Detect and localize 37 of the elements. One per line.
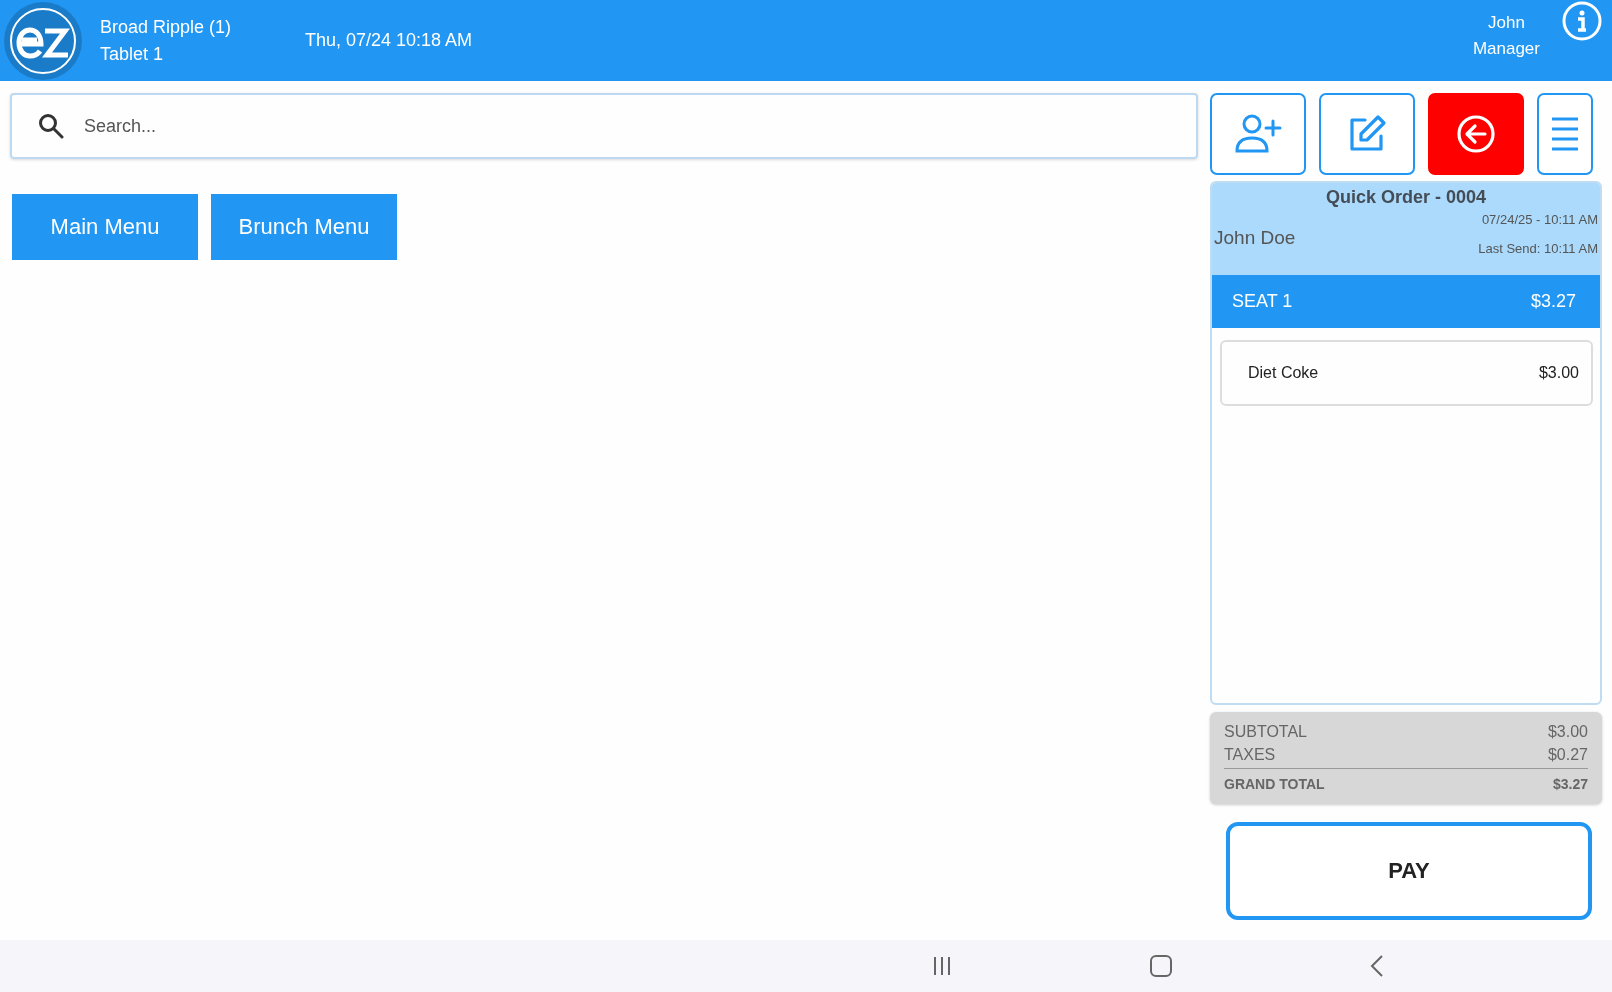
seat-label: SEAT 1 — [1232, 291, 1293, 313]
menu-icon — [1552, 117, 1578, 152]
date-time: Thu, 07/24 10:18 AM — [305, 30, 473, 52]
total-value: $3.00 — [1547, 722, 1588, 743]
item-price: $3.00 — [1538, 364, 1579, 383]
order-created-time: 07/24/25 - 10:11 AM — [1481, 212, 1598, 228]
total-label: GRAND TOTAL — [1224, 775, 1325, 795]
order-title: Quick Order - 0004 — [1324, 187, 1488, 209]
back-button[interactable] — [1428, 93, 1524, 176]
total-value: $0.27 — [1547, 745, 1588, 766]
user-name: John — [1488, 12, 1525, 33]
location-name: Broad Ripple (1) — [100, 16, 233, 38]
menu-button[interactable] — [1537, 93, 1593, 176]
back-icon[interactable] — [1370, 955, 1384, 978]
customer-name: John Doe — [1214, 227, 1296, 250]
search-bar[interactable]: Search... — [10, 93, 1198, 160]
edit-button[interactable] — [1319, 93, 1415, 176]
recent-apps-icon[interactable] — [932, 957, 952, 976]
pay-button[interactable]: PAY — [1226, 822, 1592, 921]
user-role: Manager — [1472, 38, 1540, 59]
total-label: TAXES — [1224, 745, 1276, 766]
info-icon[interactable] — [1562, 0, 1602, 41]
device-name: Tablet 1 — [100, 43, 165, 65]
total-label: SUBTOTAL — [1224, 722, 1307, 743]
seat-total: $3.27 — [1530, 291, 1576, 313]
total-value: $3.27 — [1552, 775, 1588, 795]
item-name: Diet Coke — [1248, 364, 1319, 383]
search-input[interactable]: Search... — [82, 114, 1196, 138]
seat-row[interactable]: SEAT 1 $3.27 — [1212, 275, 1600, 329]
last-send-time: Last Send: 10:11 AM — [1478, 241, 1598, 257]
order-item[interactable]: Diet Coke $3.00 — [1220, 340, 1593, 407]
search-icon — [38, 113, 64, 140]
add-user-icon — [1233, 113, 1283, 156]
menu-category-button[interactable]: Brunch Menu — [211, 194, 397, 261]
menu-category-button[interactable]: Main Menu — [12, 194, 198, 261]
home-icon[interactable] — [1150, 955, 1172, 978]
add-customer-button[interactable] — [1210, 93, 1306, 176]
